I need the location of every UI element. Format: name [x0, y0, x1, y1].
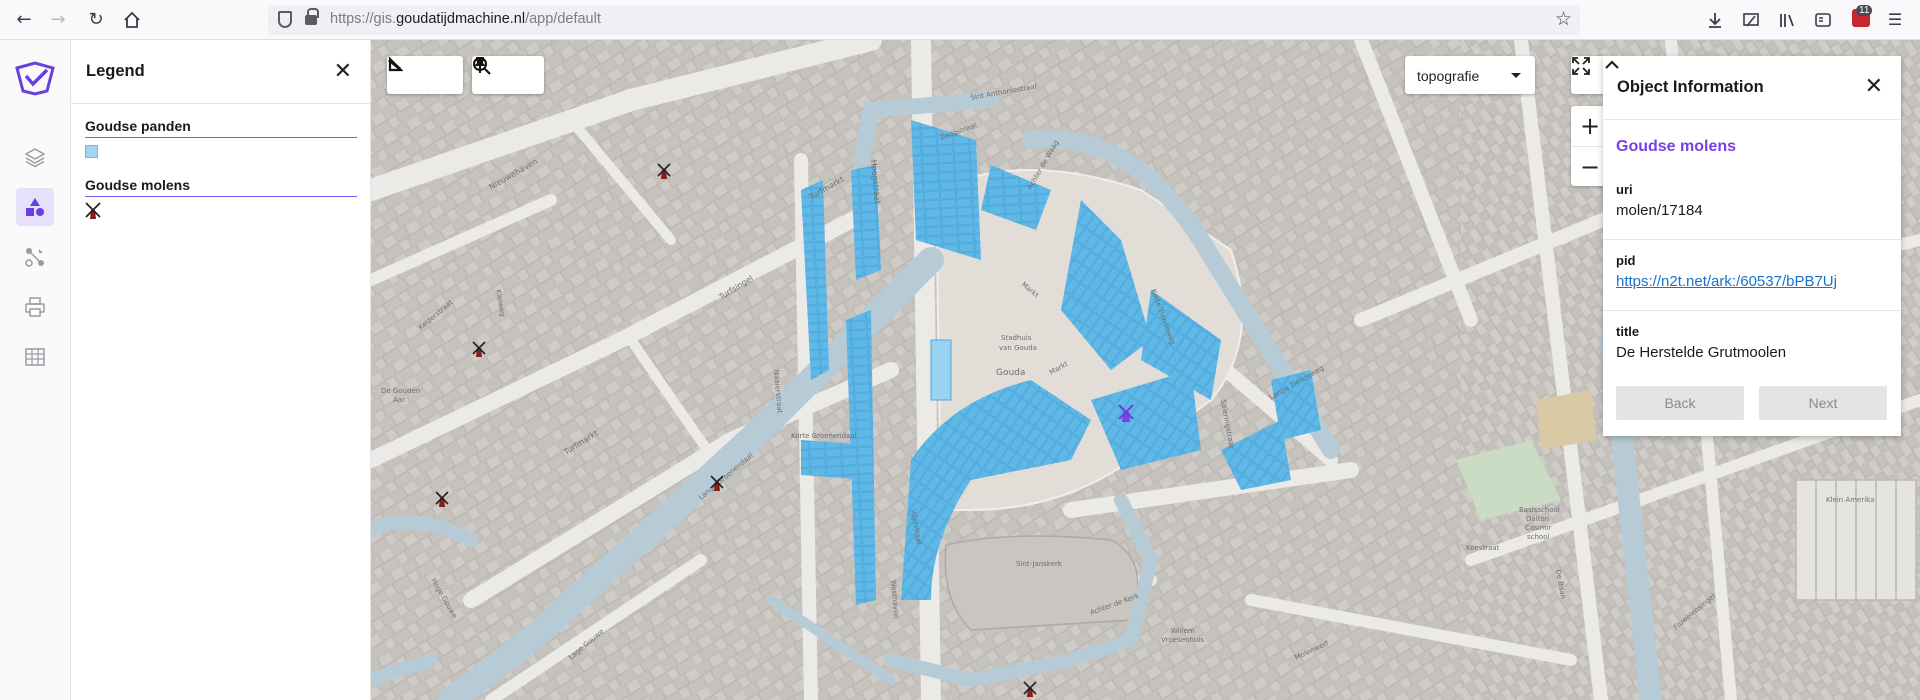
chevron-up-icon[interactable]: [1603, 56, 1621, 74]
reader-view-icon[interactable]: [1812, 9, 1834, 31]
school-label: school: [1527, 533, 1549, 541]
print-icon: [25, 297, 45, 317]
legend-layer-panden: Goudse panden: [85, 118, 357, 158]
legend-layer-name: Goudse panden: [85, 118, 357, 138]
rail-item-analysis[interactable]: [16, 238, 54, 276]
street-label: Koestraat: [1466, 544, 1500, 552]
windmill-icon: [85, 202, 101, 219]
legend-layer-name: Goudse molens: [85, 177, 357, 197]
layers-icon: [24, 148, 46, 168]
measure-area-button[interactable]: [388, 56, 463, 94]
pin-search-tools: [472, 56, 544, 94]
forward-arrow-icon[interactable]: →: [46, 8, 70, 32]
street-label: Korte Groenendaal: [791, 432, 857, 440]
field-value: molen/17184: [1616, 202, 1703, 219]
object-information-panel: Object Information ✕ Goudse molens uri m…: [1603, 56, 1901, 436]
bookmark-star-icon[interactable]: ☆: [1555, 8, 1572, 30]
reload-icon[interactable]: ↻: [84, 8, 108, 32]
analysis-icon: [25, 248, 44, 267]
rail-item-layers[interactable]: [16, 138, 54, 176]
object-field-uri: uri molen/17184: [1603, 182, 1901, 240]
app-logo-icon[interactable]: [14, 60, 56, 96]
field-key: uri: [1616, 182, 1633, 197]
screenshot-icon[interactable]: [1740, 9, 1762, 31]
map-canvas[interactable]: Nieuwehaven Turfmarkt Turfsingel Turfmar…: [371, 40, 1920, 700]
basemap-select[interactable]: topografie: [1405, 56, 1535, 94]
school-label: Dalton: [1526, 515, 1549, 523]
back-arrow-icon[interactable]: ←: [12, 8, 36, 32]
church-label: Sint-Janskerk: [1016, 560, 1063, 568]
search-icon: [473, 57, 491, 75]
place-label: Klein Amerika: [1826, 496, 1874, 504]
school-label: Basisschool: [1519, 506, 1560, 514]
legend-title: Legend: [86, 62, 145, 80]
legend-close-icon[interactable]: ✕: [334, 60, 352, 82]
place-label: De Gouden: [381, 387, 420, 395]
ruler-area-icon: [388, 56, 403, 72]
download-icon[interactable]: [1704, 9, 1726, 31]
city-label: Gouda: [996, 368, 1025, 378]
place-label: Aar: [393, 396, 405, 404]
library-icon[interactable]: [1776, 9, 1798, 31]
measure-tools: [387, 56, 463, 94]
object-information-close-icon[interactable]: ✕: [1865, 75, 1883, 97]
rail-item-legend[interactable]: [16, 188, 54, 226]
object-information-title: Object Information: [1617, 78, 1764, 96]
shield-icon[interactable]: [278, 11, 292, 28]
chevron-down-icon: [1511, 73, 1521, 78]
basemap-select-value: topografie: [1417, 68, 1480, 84]
search-button[interactable]: [473, 56, 544, 94]
browser-toolbar: ← → ↻ https://gis.goudatijdmachine.nl/ap…: [0, 0, 1920, 40]
rail-item-print[interactable]: [16, 288, 54, 326]
table-icon: [25, 348, 45, 366]
blue-square-swatch: [85, 145, 98, 158]
next-button[interactable]: Next: [1759, 386, 1887, 420]
object-field-pid: pid https://n2t.net/ark:/60537/bPB7Uj: [1603, 253, 1901, 311]
fullscreen-icon: [1572, 57, 1590, 75]
pid-link[interactable]: https://n2t.net/ark:/60537/bPB7Uj: [1616, 273, 1888, 290]
lock-icon[interactable]: [305, 8, 319, 25]
field-key: pid: [1616, 253, 1636, 268]
legend-icon: [26, 198, 44, 216]
legend-panel: Legend ✕ Goudse panden Goudse molens: [71, 40, 371, 700]
legend-header: Legend ✕: [71, 40, 370, 104]
extension-badge-count: 11: [1856, 5, 1873, 16]
gis-app: Legend ✕ Goudse panden Goudse molens Nie…: [0, 40, 1920, 700]
field-key: title: [1616, 324, 1640, 339]
object-information-header: Object Information ✕: [1603, 56, 1901, 120]
home-icon[interactable]: [120, 8, 144, 32]
stadhuis-label: Stadhuis: [1001, 334, 1032, 342]
legend-layer-molens: Goudse molens: [85, 177, 357, 225]
url-bar[interactable]: https://gis.goudatijdmachine.nl/app/defa…: [268, 5, 1580, 35]
rail-item-table[interactable]: [16, 338, 54, 376]
menu-hamburger-icon[interactable]: ☰: [1884, 9, 1906, 31]
back-button[interactable]: Back: [1616, 386, 1744, 420]
object-layer-name: Goudse molens: [1616, 138, 1737, 155]
field-value: De Herstelde Grutmoolen: [1616, 344, 1787, 361]
url-text[interactable]: https://gis.goudatijdmachine.nl/app/defa…: [330, 11, 601, 27]
place-label: Vroesenhuis: [1161, 636, 1204, 644]
school-label: Casimir: [1525, 524, 1552, 532]
place-label: Willem: [1171, 627, 1195, 635]
side-rail: [0, 40, 71, 700]
object-field-title: title De Herstelde Grutmoolen: [1603, 324, 1901, 374]
stadhuis-label: van Gouda: [999, 344, 1037, 352]
